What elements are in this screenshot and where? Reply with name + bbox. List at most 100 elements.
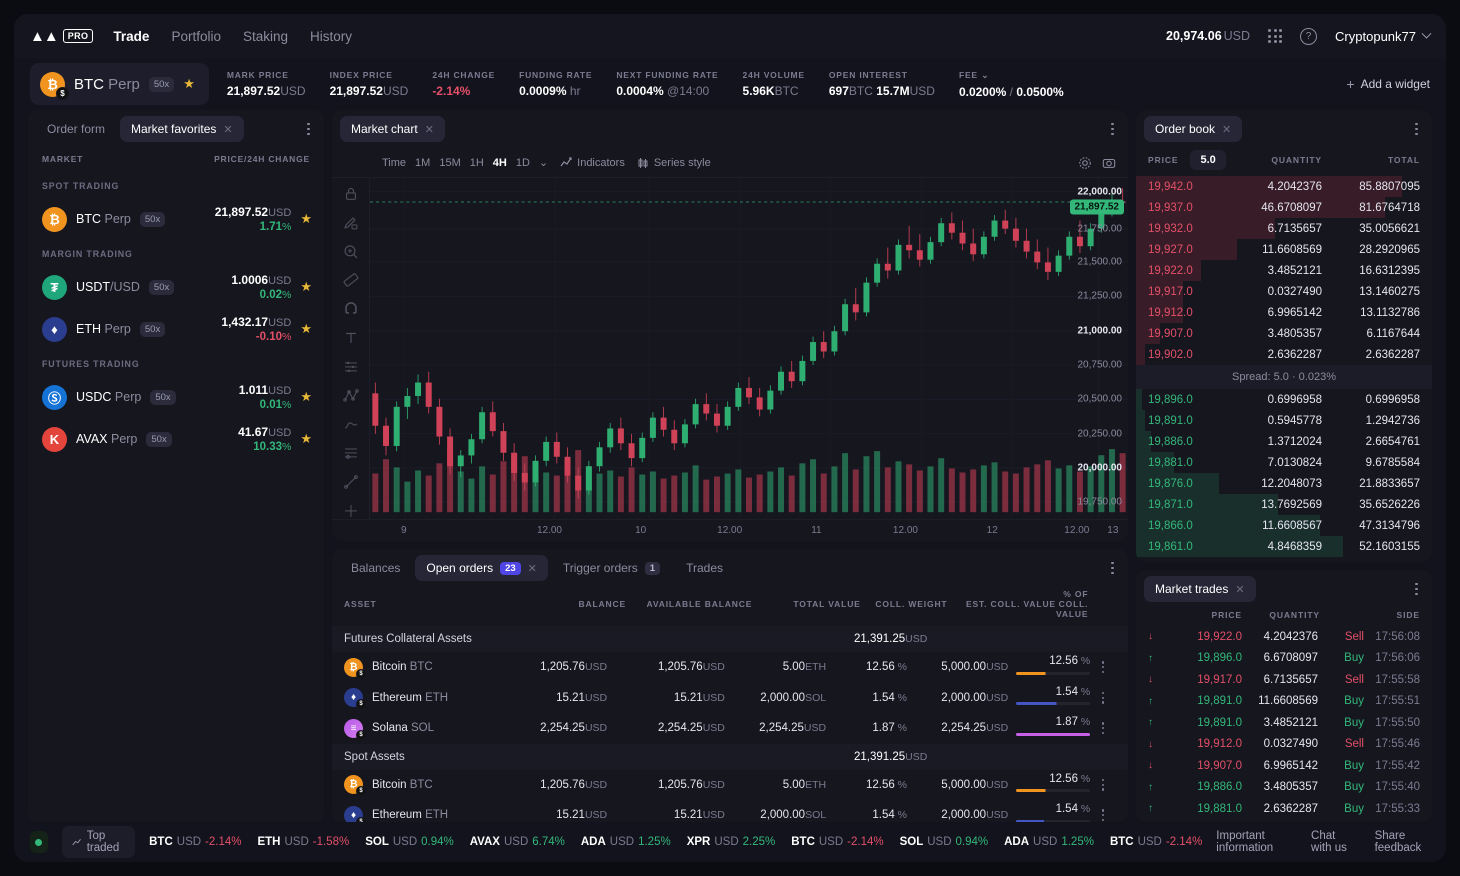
line-tool-icon[interactable] — [343, 474, 359, 490]
order-book-row-bid[interactable]: 19,871.0 13.7692569 35.6526226 — [1136, 494, 1432, 515]
favorite-star-icon[interactable]: ★ — [300, 431, 312, 447]
order-book-row-ask[interactable]: 19,932.0 6.7135657 35.0056621 — [1136, 218, 1432, 239]
timeframe-1d[interactable]: 1D — [516, 157, 530, 169]
zoom-in-icon[interactable] — [343, 244, 359, 260]
order-book-row-ask[interactable]: 19,927.0 11.6608569 28.2920965 — [1136, 239, 1432, 260]
favorite-star-icon[interactable]: ★ — [300, 279, 312, 295]
link-share-feedback[interactable]: Share feedback — [1375, 830, 1430, 854]
fib-levels-icon[interactable] — [343, 359, 359, 375]
order-book-row-bid[interactable]: 19,886.0 1.3712024 2.6654761 — [1136, 431, 1432, 452]
tab-market-favorites[interactable]: Market favorites ✕ — [120, 116, 244, 142]
asset-row-menu-icon[interactable] — [1090, 661, 1116, 674]
ticker-item[interactable]: ETH USD -1.58% — [257, 836, 349, 848]
timeframe-4h[interactable]: 4H — [493, 157, 507, 169]
order-book-row-ask[interactable]: 19,912.0 6.9965142 13.1132786 — [1136, 302, 1432, 323]
ticker-item[interactable]: BTC USD -2.14% — [1110, 836, 1202, 848]
text-tool-icon[interactable] — [343, 330, 359, 346]
market-trades-menu-icon[interactable] — [1409, 577, 1424, 602]
settings-sliders-icon[interactable] — [343, 445, 359, 461]
favorite-star-icon[interactable]: ★ — [300, 389, 312, 405]
magnet-icon[interactable] — [343, 301, 359, 317]
chart-canvas[interactable]: 22,000.00 21,750.00 21,500.00 21,250.00 21,0… — [370, 178, 1128, 519]
order-book-row-bid[interactable]: 19,866.0 11.6608567 47.3134796 — [1136, 515, 1432, 536]
balances-asset-row[interactable]: ₿ $ Bitcoin BTC 1,205.76USD 1,205.76USD 5.00E… — [332, 652, 1128, 683]
order-book-menu-icon[interactable] — [1409, 117, 1424, 142]
tab-order-form[interactable]: Order form — [36, 116, 116, 142]
link-important-information[interactable]: Important information — [1216, 830, 1291, 854]
brand-logo[interactable]: ▲▲ PRO — [30, 29, 94, 44]
tab-market-trades[interactable]: Market trades ✕ — [1144, 576, 1256, 602]
asset-row-menu-icon[interactable] — [1090, 722, 1116, 735]
timeframe-more-icon[interactable]: ⌄ — [539, 156, 548, 169]
order-book-row-ask[interactable]: 19,942.0 4.2042376 85.8807095 — [1136, 176, 1432, 197]
ticker-item[interactable]: XPR USD 2.25% — [687, 836, 776, 848]
timeframe-1m[interactable]: 1M — [415, 157, 430, 169]
nav-item-trade[interactable]: Trade — [113, 29, 149, 44]
order-book-row-ask[interactable]: 19,917.0 0.0327490 13.1460275 — [1136, 281, 1432, 302]
nav-item-portfolio[interactable]: Portfolio — [171, 29, 221, 44]
market-favorites-menu-icon[interactable] — [301, 117, 316, 142]
asset-row-menu-icon[interactable] — [1090, 778, 1116, 791]
ticker-item[interactable]: SOL USD 0.94% — [365, 836, 454, 848]
balances-asset-row[interactable]: ₿ $ Bitcoin BTC 1,205.76USD 1,205.76USD 5.00E… — [332, 770, 1128, 801]
instrument-selector[interactable]: ₿ $ BTC Perp 50x ★ — [30, 63, 209, 105]
market-row-usdt-usd[interactable]: ₮ USDT/USD 50x 1.0006USD 0.02% ★ — [28, 266, 324, 308]
order-book-row-bid[interactable]: 19,861.0 4.8468359 52.1603155 — [1136, 536, 1432, 557]
ruler-icon[interactable] — [343, 272, 359, 288]
timeframe-1h[interactable]: 1H — [470, 157, 484, 169]
close-icon[interactable]: ✕ — [1235, 583, 1244, 596]
order-book-row-ask[interactable]: 19,922.0 3.4852121 16.6312395 — [1136, 260, 1432, 281]
balances-asset-row[interactable]: ≡ $ Solana SOL 2,254.25USD 2,254.25USD 2,254.… — [332, 713, 1128, 744]
top-traded-button[interactable]: Top traded — [61, 826, 136, 858]
brush-icon[interactable] — [343, 417, 359, 433]
favorite-star-icon[interactable]: ★ — [300, 321, 312, 337]
gear-icon[interactable] — [1078, 156, 1092, 170]
market-row-btc-perp[interactable]: ₿ BTC Perp 50x 21,897.52USD 1.71% ★ — [28, 198, 324, 240]
help-icon[interactable]: ? — [1300, 27, 1318, 45]
ticker-item[interactable]: ADA USD 1.25% — [1004, 836, 1094, 848]
market-row-usdc-perp[interactable]: Ⓢ USDC Perp 50x 1.011USD 0.01% ★ — [28, 376, 324, 418]
close-icon[interactable]: ✕ — [223, 123, 232, 136]
close-icon[interactable]: ✕ — [528, 562, 537, 575]
timeframe-15m[interactable]: 15M — [439, 157, 460, 169]
market-row-avax-perp[interactable]: K AVAX Perp 50x 41.67USD 10.33% ★ — [28, 418, 324, 460]
stat-fee[interactable]: FEE ⌄ 0.0200% / 0.0500% — [959, 70, 1064, 99]
tab-trades[interactable]: Trades — [675, 555, 734, 581]
pencil-lock-icon[interactable] — [343, 215, 359, 231]
tab-trigger-orders[interactable]: Trigger orders 1 — [552, 555, 671, 581]
ticker-item[interactable]: AVAX USD 6.74% — [470, 836, 565, 848]
balances-asset-row[interactable]: ♦ $ Ethereum ETH 15.21USD 15.21USD 2,000.00SO… — [332, 800, 1128, 822]
ticker-item[interactable]: ADA USD 1.25% — [581, 836, 671, 848]
apps-grid-icon[interactable] — [1268, 29, 1283, 43]
asset-row-menu-icon[interactable] — [1090, 809, 1116, 822]
lock-icon[interactable] — [343, 186, 359, 202]
grouping-selector[interactable]: 5.0 — [1190, 150, 1226, 170]
indicators-button[interactable]: Indicators — [560, 157, 625, 169]
ticker-item[interactable]: SOL USD 0.94% — [900, 836, 989, 848]
chart-menu-icon[interactable] — [1105, 117, 1120, 142]
balances-menu-icon[interactable] — [1105, 556, 1120, 581]
nav-item-staking[interactable]: Staking — [243, 29, 288, 44]
nav-item-history[interactable]: History — [310, 29, 352, 44]
add-widget-button[interactable]: + Add a widget — [1346, 76, 1430, 92]
tab-open-orders[interactable]: Open orders 23 ✕ — [415, 555, 548, 581]
order-book-row-ask[interactable]: 19,937.0 46.6708097 81.6764718 — [1136, 197, 1432, 218]
asset-row-menu-icon[interactable] — [1090, 691, 1116, 704]
order-book-row-ask[interactable]: 19,907.0 3.4805357 6.1167644 — [1136, 323, 1432, 344]
tab-balances[interactable]: Balances — [340, 555, 411, 581]
order-book-row-ask[interactable]: 19,902.0 2.6362287 2.6362287 — [1136, 344, 1432, 365]
close-icon[interactable]: ✕ — [425, 123, 434, 136]
close-icon[interactable]: ✕ — [1222, 123, 1231, 136]
tab-market-chart[interactable]: Market chart ✕ — [340, 116, 445, 142]
camera-icon[interactable] — [1102, 156, 1116, 170]
tab-order-book[interactable]: Order book ✕ — [1144, 116, 1243, 142]
market-row-eth-perp[interactable]: ♦ ETH Perp 50x 1,432.17USD -0.10% ★ — [28, 308, 324, 350]
user-menu[interactable]: Cryptopunk77 — [1335, 28, 1432, 44]
favorite-star-icon[interactable]: ★ — [183, 76, 195, 92]
link-chat-with-us[interactable]: Chat with us — [1311, 830, 1355, 854]
balances-asset-row[interactable]: ♦ $ Ethereum ETH 15.21USD 15.21USD 2,000.00SO… — [332, 683, 1128, 714]
favorite-star-icon[interactable]: ★ — [300, 211, 312, 227]
series-style-button[interactable]: Series style — [637, 157, 711, 169]
order-book-row-bid[interactable]: 19,876.0 12.2048073 21.8833657 — [1136, 473, 1432, 494]
order-book-row-bid[interactable]: 19,881.0 7.0130824 9.6785584 — [1136, 452, 1432, 473]
